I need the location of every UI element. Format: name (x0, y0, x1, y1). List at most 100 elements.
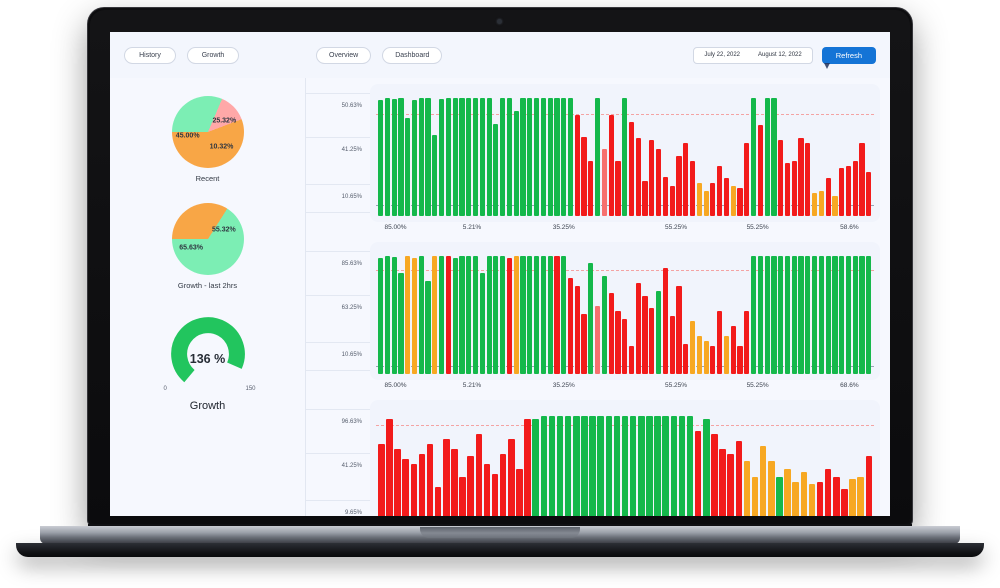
bar[interactable] (378, 443, 385, 516)
bar[interactable] (824, 469, 832, 516)
bar[interactable] (564, 416, 572, 516)
bar[interactable] (527, 97, 533, 216)
bar[interactable] (778, 140, 784, 216)
bar[interactable] (866, 171, 872, 216)
bar[interactable] (486, 255, 492, 374)
bar[interactable] (378, 100, 384, 216)
bar[interactable] (432, 255, 438, 374)
bar[interactable] (703, 190, 709, 216)
bar[interactable] (818, 190, 824, 216)
bar[interactable] (466, 97, 472, 216)
bar[interactable] (426, 443, 434, 516)
bar[interactable] (532, 418, 539, 516)
bar[interactable] (398, 97, 404, 216)
bar[interactable] (852, 160, 858, 216)
bar[interactable] (839, 168, 845, 216)
bar[interactable] (567, 97, 574, 216)
bar[interactable] (402, 458, 409, 516)
overview-button[interactable]: Overview (316, 46, 372, 64)
bar[interactable] (676, 155, 682, 216)
history-button[interactable]: History (124, 46, 176, 64)
bar[interactable] (832, 195, 838, 216)
bar[interactable] (800, 471, 808, 516)
bar[interactable] (678, 416, 686, 516)
bar[interactable] (845, 165, 852, 216)
bar[interactable] (434, 486, 442, 516)
bar[interactable] (459, 255, 465, 374)
bar[interactable] (445, 97, 451, 216)
bar[interactable] (717, 165, 723, 216)
bar[interactable] (622, 318, 628, 374)
bar[interactable] (730, 185, 736, 216)
bar[interactable] (418, 255, 424, 374)
bar[interactable] (615, 160, 621, 216)
bar[interactable] (595, 305, 601, 374)
bar[interactable] (768, 461, 775, 516)
bar[interactable] (662, 416, 669, 516)
bar[interactable] (669, 316, 675, 374)
bar[interactable] (737, 188, 743, 216)
bar[interactable] (439, 98, 445, 216)
bar[interactable] (670, 416, 678, 516)
bar[interactable] (540, 255, 546, 374)
bar[interactable] (493, 124, 499, 216)
bar[interactable] (439, 255, 445, 374)
bar[interactable] (410, 463, 418, 516)
bar[interactable] (418, 97, 424, 216)
dashboard-button[interactable]: Dashboard (382, 46, 443, 64)
bar[interactable] (776, 476, 783, 516)
bar[interactable] (859, 142, 865, 216)
bar[interactable] (812, 193, 818, 216)
bar[interactable] (649, 308, 655, 374)
bar[interactable] (386, 418, 393, 516)
bar[interactable] (574, 115, 580, 216)
bar[interactable] (621, 416, 629, 516)
bar[interactable] (866, 255, 872, 374)
bar[interactable] (730, 326, 736, 374)
bar[interactable] (832, 255, 838, 374)
bar[interactable] (384, 97, 390, 216)
bar[interactable] (778, 255, 784, 374)
bar[interactable] (398, 273, 404, 374)
bar[interactable] (825, 178, 831, 216)
bar[interactable] (411, 258, 418, 374)
bar[interactable] (654, 416, 661, 516)
bar[interactable] (445, 255, 451, 374)
bar[interactable] (479, 97, 485, 216)
bar[interactable] (784, 469, 791, 516)
bar[interactable] (411, 100, 418, 216)
bar[interactable] (689, 160, 696, 216)
bar[interactable] (452, 258, 458, 374)
bar[interactable] (805, 142, 811, 216)
bar[interactable] (723, 336, 730, 374)
bar[interactable] (791, 160, 797, 216)
bar[interactable] (443, 438, 450, 516)
bar[interactable] (662, 176, 668, 216)
bar[interactable] (524, 418, 531, 516)
bar[interactable] (540, 416, 548, 516)
bar[interactable] (744, 311, 750, 374)
bar[interactable] (628, 121, 635, 216)
bar[interactable] (533, 255, 540, 374)
bar[interactable] (548, 416, 556, 516)
bar[interactable] (479, 273, 485, 374)
bar[interactable] (613, 416, 621, 516)
bar[interactable] (683, 343, 689, 374)
bar[interactable] (499, 453, 507, 516)
bar[interactable] (825, 255, 831, 374)
bar[interactable] (425, 97, 431, 216)
bar[interactable] (859, 255, 865, 374)
bar[interactable] (743, 461, 751, 516)
bar[interactable] (554, 97, 560, 216)
bar[interactable] (812, 255, 818, 374)
bar[interactable] (520, 97, 526, 216)
bar[interactable] (629, 416, 637, 516)
bar[interactable] (696, 183, 702, 216)
bar[interactable] (425, 280, 431, 374)
bar[interactable] (601, 275, 607, 374)
bar[interactable] (533, 97, 540, 216)
bar[interactable] (638, 416, 645, 516)
bar[interactable] (608, 293, 614, 374)
bar[interactable] (589, 416, 596, 516)
refresh-button[interactable]: Refresh (821, 46, 876, 64)
